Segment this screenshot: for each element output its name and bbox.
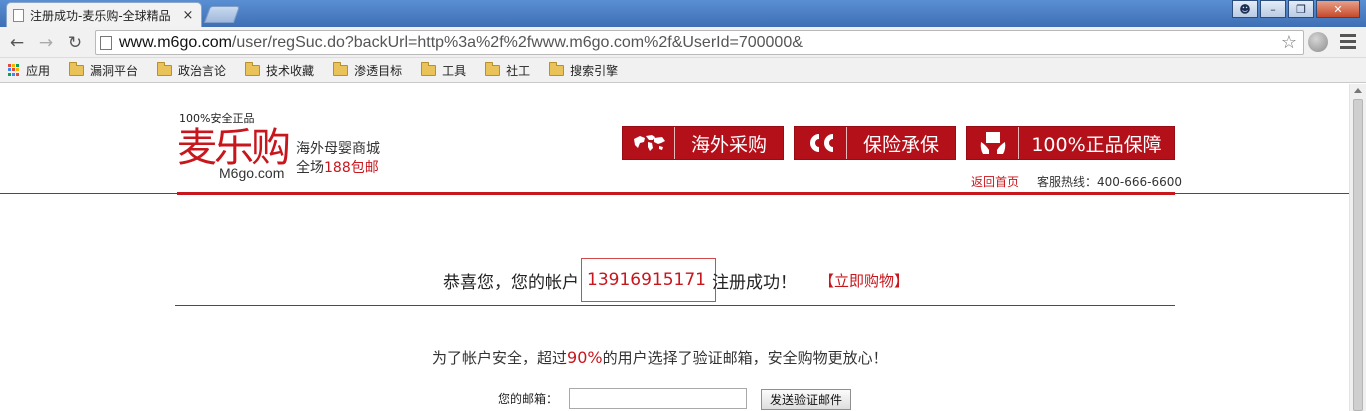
badge-insurance: 保险承保 (794, 126, 956, 160)
account-number: 13916915171 (581, 258, 716, 302)
extension-globe-icon[interactable] (1308, 32, 1328, 52)
folder-icon (157, 61, 173, 76)
url-host: www.m6go.com (119, 33, 232, 51)
bookmark-label: 渗透目标 (354, 63, 403, 78)
shop-now-link[interactable]: 【立即购物】 (819, 270, 909, 291)
badge-label: 海外采购 (690, 133, 767, 156)
bookmark-label: 社工 (506, 63, 531, 78)
bookmark-apps[interactable]: 应用 (8, 62, 50, 79)
success-prefix: 恭喜您，您的帐户 (443, 272, 579, 293)
bookmark-label: 应用 (26, 63, 51, 78)
badge-label: 100%正品保障 (1031, 133, 1162, 156)
browser-tab[interactable]: 注册成功-麦乐购-全球精品 × (6, 2, 202, 27)
browser-toolbar: ← → ↻ www.m6go.com/user/regSuc.do?backUr… (0, 27, 1366, 58)
badge-label: 保险承保 (862, 133, 939, 156)
tab-close-icon[interactable]: × (181, 8, 195, 23)
page-icon (13, 8, 24, 22)
email-field[interactable] (569, 388, 747, 409)
email-label: 您的邮箱： (498, 392, 559, 406)
bookmark-folder[interactable]: 技术收藏 (245, 61, 315, 79)
bookmark-folder[interactable]: 工具 (421, 61, 467, 79)
site-tagline: 100%安全正品 (179, 112, 255, 125)
bookmark-folder[interactable]: 渗透目标 (333, 61, 403, 79)
bookmark-label: 工具 (442, 63, 467, 78)
page-icon (100, 35, 112, 50)
bookmark-star-icon[interactable]: ☆ (1281, 32, 1297, 53)
home-link[interactable]: 返回首页 (971, 173, 1019, 190)
apps-grid-icon (8, 64, 20, 76)
folder-icon (69, 61, 85, 76)
page-viewport: 100%安全正品 麦乐购 M6go.com 海外母婴商城 全场188包邮 海外采… (0, 84, 1349, 411)
browser-titlebar: 注册成功-麦乐购-全球精品 × ☻ – ❐ ✕ (0, 0, 1366, 27)
content-divider (175, 305, 1175, 306)
forward-arrow-icon[interactable]: → (35, 32, 57, 54)
bookmark-folder[interactable]: 社工 (485, 61, 531, 79)
folder-icon (485, 61, 501, 76)
secure-suffix: 的用户选择了验证邮箱，安全购物更放心！ (602, 349, 888, 367)
logo-domain: M6go.com (219, 165, 285, 181)
scroll-up-arrow-icon[interactable] (1354, 88, 1362, 93)
slogan-line-1: 海外母婴商城 (296, 141, 380, 157)
bookmark-folder[interactable]: 漏洞平台 (69, 61, 139, 79)
secure-prefix: 为了帐户安全，超过 (432, 349, 568, 367)
success-suffix: 注册成功！ (711, 272, 797, 293)
secure-percent: 90% (567, 348, 603, 367)
browser-menu-icon[interactable] (1340, 34, 1356, 52)
back-arrow-icon[interactable]: ← (6, 32, 28, 54)
slogan-line-2: 全场188包邮 (296, 157, 379, 177)
world-map-icon (623, 127, 675, 159)
folder-icon (421, 61, 437, 76)
email-verification-prompt: 为了帐户安全，超过90%的用户选择了验证邮箱，安全购物更放心！ (432, 347, 888, 368)
url-path: /user/regSuc.do?backUrl=http%3a%2f%2fwww… (231, 33, 803, 51)
genuine-guarantee-icon (967, 127, 1019, 159)
folder-icon (333, 61, 349, 76)
close-window-button[interactable]: ✕ (1316, 0, 1360, 18)
send-verification-email-button[interactable]: 发送验证邮件 (761, 389, 851, 410)
folder-icon (245, 61, 261, 76)
badge-genuine-guarantee: 100%正品保障 (966, 126, 1175, 160)
url-text: www.m6go.com/user/regSuc.do?backUrl=http… (119, 34, 803, 52)
bookmarks-bar: 应用 漏洞平台 政治言论 技术收藏 渗透目标 工具 社工 搜索引擎 (0, 58, 1366, 83)
header-divider-accent (177, 192, 1175, 195)
bookmark-label: 技术收藏 (266, 63, 315, 78)
bookmark-label: 搜索引擎 (570, 63, 619, 78)
user-icon[interactable]: ☻ (1232, 0, 1258, 18)
site-logo[interactable]: 麦乐购 (177, 126, 291, 170)
bookmark-label: 漏洞平台 (90, 63, 139, 78)
badge-overseas-purchase: 海外采购 (622, 126, 784, 160)
insurance-icon (795, 127, 847, 159)
folder-icon (549, 61, 565, 76)
restore-button[interactable]: ❐ (1288, 0, 1314, 18)
free-shipping-highlight: 188包邮 (324, 160, 379, 176)
slogan-prefix: 全场 (296, 160, 324, 176)
new-tab-button[interactable] (203, 6, 241, 23)
window-controls: ☻ – ❐ ✕ (1230, 0, 1360, 18)
minimize-button[interactable]: – (1260, 0, 1286, 18)
bookmark-label: 政治言论 (178, 63, 227, 78)
reload-icon[interactable]: ↻ (64, 32, 86, 54)
page-scrollbar[interactable] (1349, 84, 1366, 411)
registration-success-message: 恭喜您，您的帐户 13916915171 注册成功！ 【立即购物】 (443, 258, 909, 302)
customer-hotline: 客服热线：400-666-6600 (1037, 175, 1183, 189)
bookmark-folder[interactable]: 政治言论 (157, 61, 227, 79)
address-bar[interactable]: www.m6go.com/user/regSuc.do?backUrl=http… (95, 30, 1304, 55)
bookmark-folder[interactable]: 搜索引擎 (549, 61, 619, 79)
scrollbar-thumb[interactable] (1353, 99, 1363, 411)
tab-title: 注册成功-麦乐购-全球精品 (30, 8, 171, 23)
